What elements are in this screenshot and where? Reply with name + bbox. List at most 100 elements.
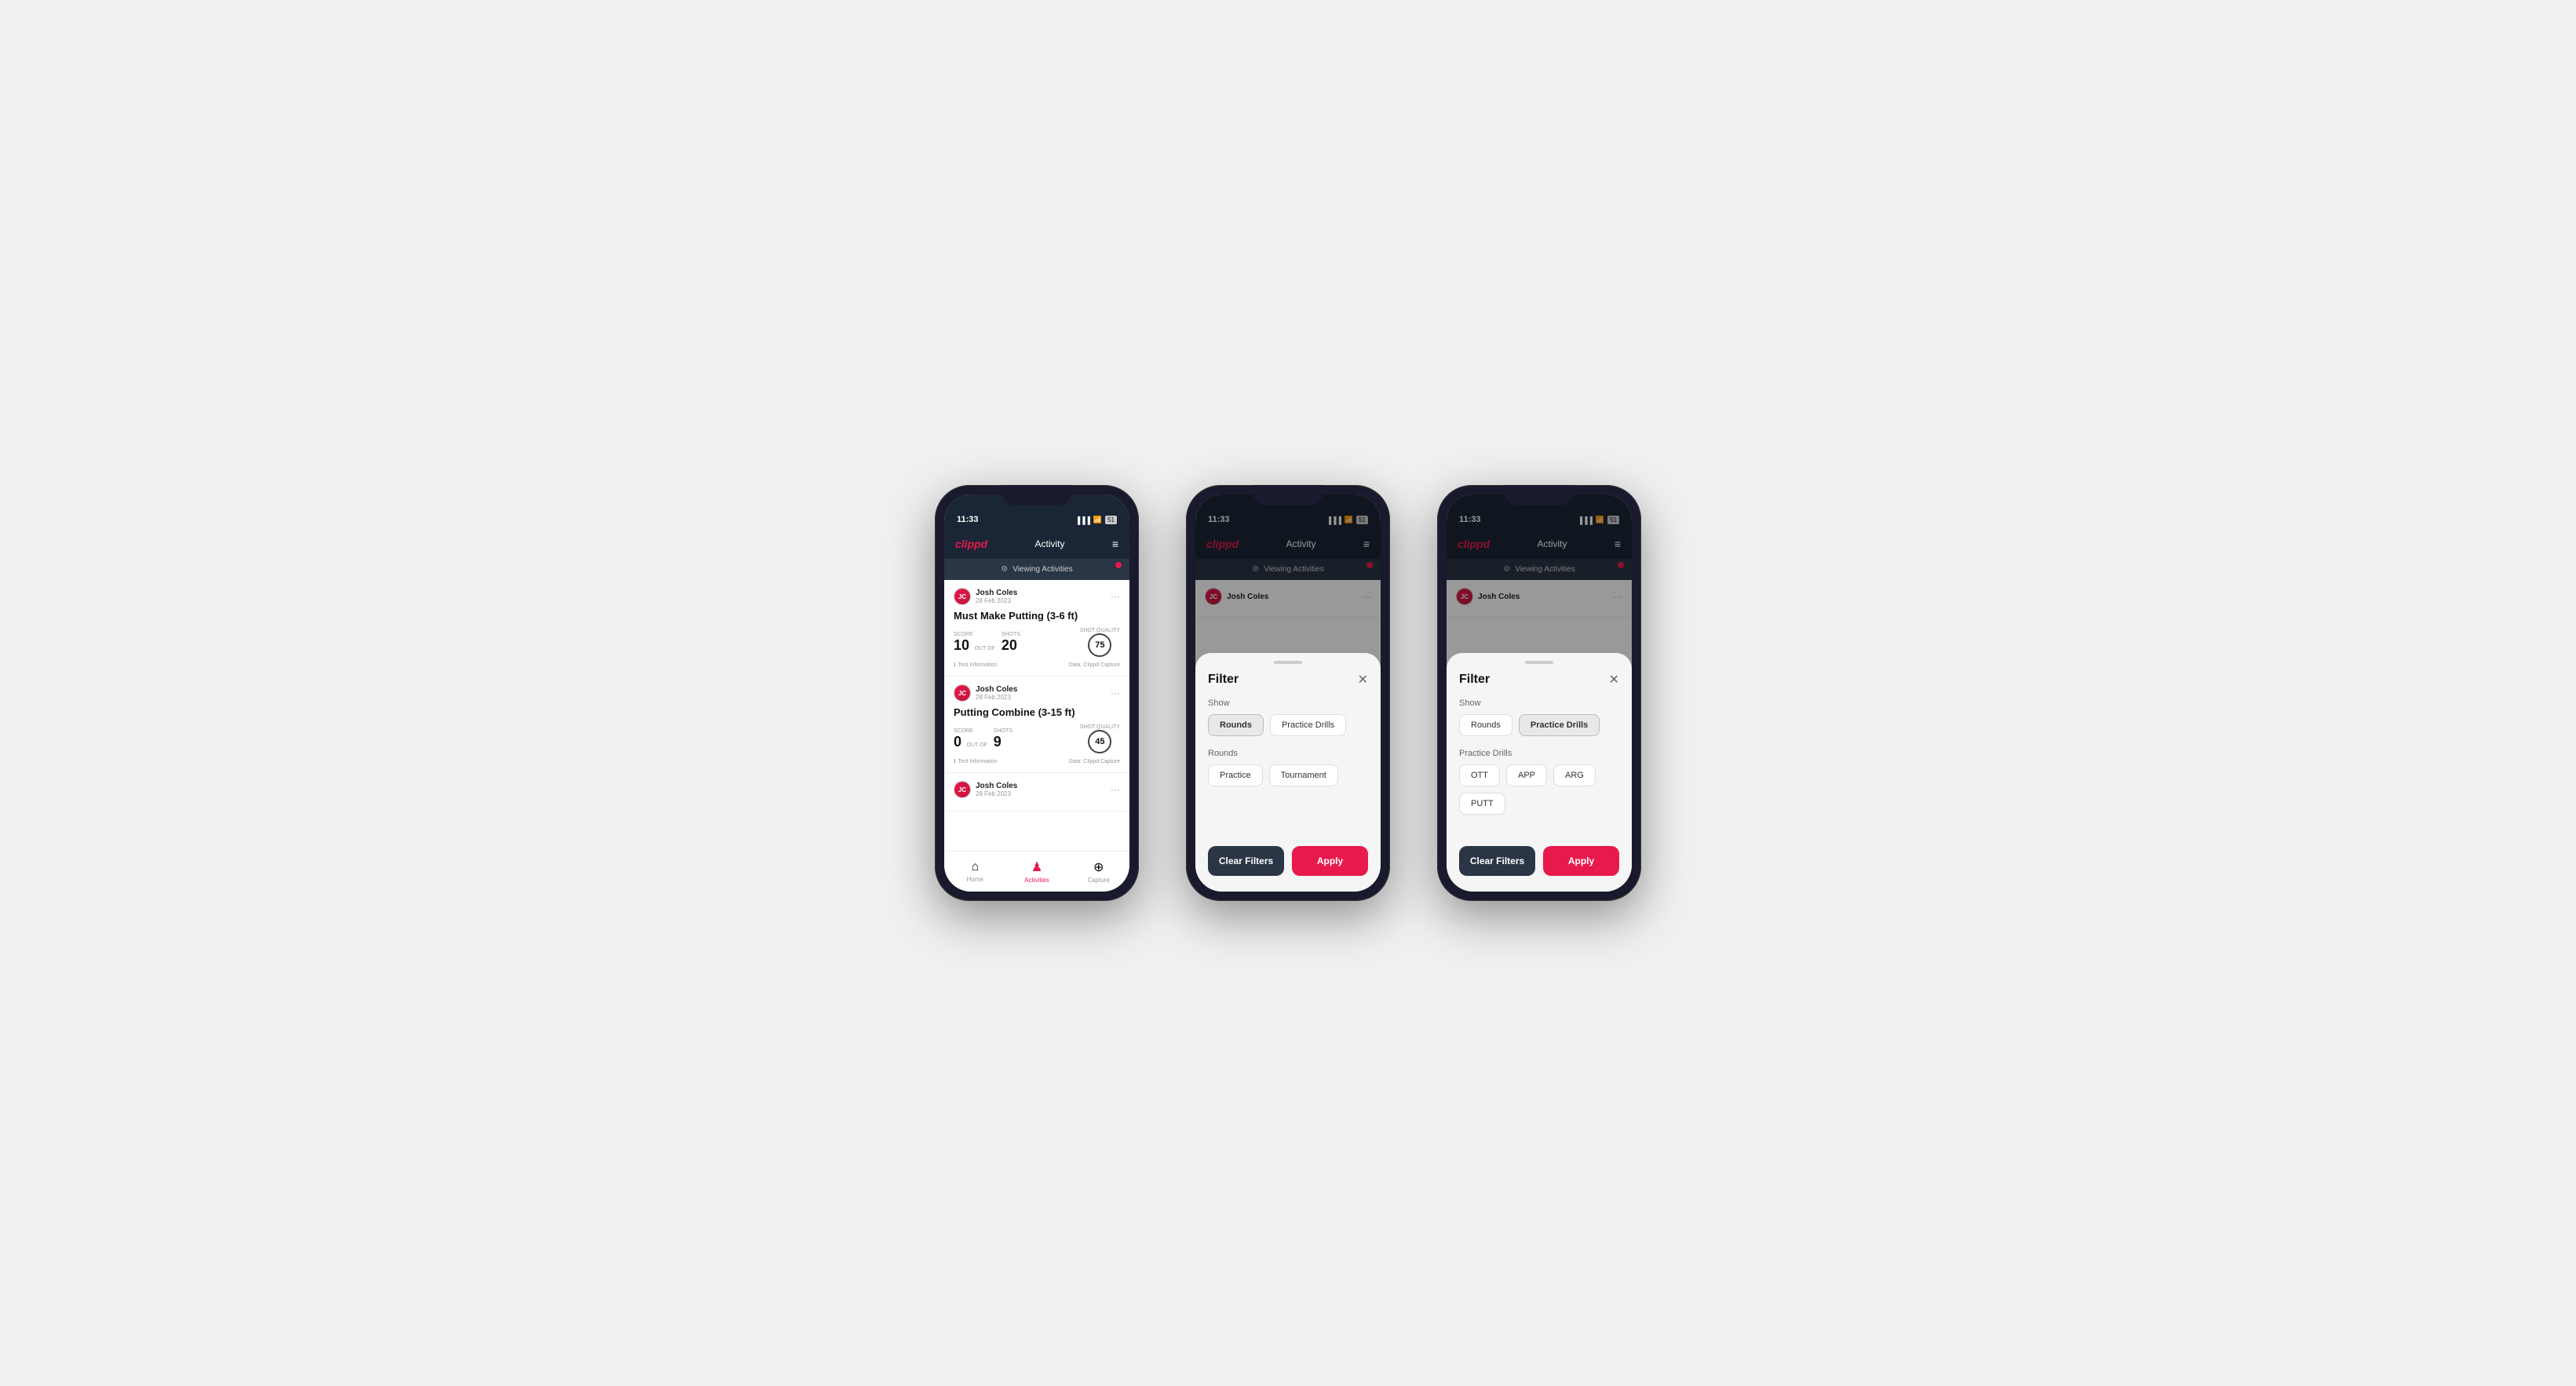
battery-icon-1: 51	[1105, 516, 1117, 524]
info-icon-2: ℹ	[954, 758, 956, 764]
status-icons-1: ▐▐▐ 📶 51	[1075, 516, 1117, 524]
more-btn-3[interactable]: ···	[1111, 784, 1120, 795]
viewing-banner-1[interactable]: ⚙ Viewing Activities	[944, 559, 1129, 580]
user-details-1: Josh Coles 28 Feb 2023	[976, 589, 1017, 604]
stats-row-1: Score 10 OUT OF Shots 20 Shot Quality 75	[954, 628, 1120, 657]
tab-capture-1[interactable]: ⊕ Capture	[1067, 859, 1129, 884]
user-details-2: Josh Coles 28 Feb 2023	[976, 685, 1017, 701]
show-label-2: Show	[1208, 698, 1368, 708]
score-stat-1: Score 10 OUT OF	[954, 632, 997, 654]
phone-3-inner: 11:33 ▐▐▐ 📶 51 clippd Activity ≡ ⚙ Viewi…	[1447, 494, 1632, 892]
filter-sheet-2: Filter ✕ Show Rounds Practice Drills Rou…	[1195, 653, 1381, 892]
drill-arg-3[interactable]: ARG	[1553, 764, 1596, 786]
card-footer-1: ℹ Test Information Data: Clippd Capture	[954, 662, 1120, 668]
drill-type-buttons-3: OTT APP ARG PUTT	[1459, 764, 1619, 815]
sheet-header-3: Filter ✕	[1459, 672, 1619, 688]
avatar-3: JC	[954, 781, 971, 798]
shots-value-1: 20	[1002, 637, 1017, 653]
show-filter-buttons-3: Rounds Practice Drills	[1459, 714, 1619, 736]
test-info-label-1: Test Information	[958, 662, 998, 668]
capture-label-1: Capture	[1087, 877, 1109, 884]
avatar-img-2: JC	[954, 685, 970, 701]
sheet-handle-2	[1274, 661, 1302, 664]
avatar-1: JC	[954, 588, 971, 605]
score-value-1: 10	[954, 637, 969, 653]
nav-title-1: Activity	[1035, 538, 1065, 549]
user-date-3: 28 Feb 2023	[976, 790, 1017, 797]
rounds-btn-2[interactable]: Rounds	[1208, 714, 1264, 736]
quality-badge-2: 45	[1088, 730, 1111, 753]
tournament-type-btn-2[interactable]: Tournament	[1269, 764, 1338, 786]
data-source-1: Data: Clippd Capture	[1069, 662, 1120, 668]
rounds-btn-3[interactable]: Rounds	[1459, 714, 1512, 736]
drill-putt-3[interactable]: PUTT	[1459, 793, 1505, 815]
nav-bar-1: clippd Activity ≡	[944, 529, 1129, 559]
apply-btn-2[interactable]: Apply	[1292, 846, 1368, 876]
practice-drills-section-label-3: Practice Drills	[1459, 749, 1619, 758]
tab-activities-1[interactable]: ♟ Activities	[1006, 859, 1068, 884]
activity-card-2: JC Josh Coles 28 Feb 2023 ··· Putting Co…	[944, 677, 1129, 773]
clear-filters-btn-2[interactable]: Clear Filters	[1208, 846, 1284, 876]
phone-1-inner: 11:33 ▐▐▐ 📶 51 clippd Activity ≡ ⚙ Viewi…	[944, 494, 1129, 892]
rounds-section-label-2: Rounds	[1208, 749, 1368, 758]
user-date-2: 28 Feb 2023	[976, 694, 1017, 701]
viewing-banner-label-1: Viewing Activities	[1013, 565, 1073, 574]
score-stat-2: Score 0 OUT OF	[954, 728, 989, 750]
activities-label-1: Activities	[1024, 877, 1049, 884]
shots-value-2: 9	[994, 734, 1002, 750]
data-source-2: Data: Clippd Capture	[1069, 759, 1120, 764]
show-label-3: Show	[1459, 698, 1619, 708]
sheet-title-3: Filter	[1459, 673, 1490, 687]
round-type-buttons-2: Practice Tournament	[1208, 764, 1368, 786]
scene: 11:33 ▐▐▐ 📶 51 clippd Activity ≡ ⚙ Viewi…	[888, 438, 1688, 948]
tab-bar-1: ⌂ Home ♟ Activities ⊕ Capture	[944, 851, 1129, 892]
home-icon-1: ⌂	[972, 860, 980, 874]
home-label-1: Home	[967, 876, 983, 883]
tab-home-1[interactable]: ⌂ Home	[944, 860, 1006, 883]
signal-icon-1: ▐▐▐	[1075, 516, 1090, 524]
test-info-2: ℹ Test Information	[954, 758, 997, 764]
out-of-1: OUT OF	[974, 646, 994, 651]
activities-icon-1: ♟	[1031, 859, 1042, 875]
avatar-img-3: JC	[954, 782, 970, 797]
spacer-3	[1459, 827, 1619, 838]
activity-title-2: Putting Combine (3-15 ft)	[954, 706, 1120, 718]
user-info-2: JC Josh Coles 28 Feb 2023	[954, 684, 1017, 702]
shots-label-2: Shots	[994, 728, 1013, 734]
phone-1: 11:33 ▐▐▐ 📶 51 clippd Activity ≡ ⚙ Viewi…	[935, 485, 1139, 901]
shots-stat-1: Shots 20	[1002, 632, 1020, 654]
practice-drills-btn-3[interactable]: Practice Drills	[1519, 714, 1600, 736]
score-label-1: Score	[954, 632, 997, 637]
drill-ott-3[interactable]: OTT	[1459, 764, 1500, 786]
card-header-1: JC Josh Coles 28 Feb 2023 ···	[954, 588, 1120, 605]
sheet-title-2: Filter	[1208, 673, 1239, 687]
practice-type-btn-2[interactable]: Practice	[1208, 764, 1263, 786]
activity-card-3: JC Josh Coles 28 Feb 2023 ···	[944, 773, 1129, 812]
phone-3: 11:33 ▐▐▐ 📶 51 clippd Activity ≡ ⚙ Viewi…	[1437, 485, 1641, 901]
drill-app-3[interactable]: APP	[1506, 764, 1547, 786]
more-btn-2[interactable]: ···	[1111, 688, 1120, 698]
apply-btn-3[interactable]: Apply	[1543, 846, 1619, 876]
sq-label-1: Shot Quality	[1080, 628, 1120, 633]
more-btn-1[interactable]: ···	[1111, 591, 1120, 602]
card-header-2: JC Josh Coles 28 Feb 2023 ···	[954, 684, 1120, 702]
status-time-1: 11:33	[957, 515, 979, 524]
clear-filters-btn-3[interactable]: Clear Filters	[1459, 846, 1535, 876]
card-header-3: JC Josh Coles 28 Feb 2023 ···	[954, 781, 1120, 798]
quality-badge-1: 75	[1088, 633, 1111, 657]
avatar-2: JC	[954, 684, 971, 702]
test-info-label-2: Test Information	[958, 759, 998, 764]
filter-sheet-3: Filter ✕ Show Rounds Practice Drills Pra…	[1447, 653, 1632, 892]
info-icon-1: ℹ	[954, 662, 956, 668]
menu-icon-1[interactable]: ≡	[1112, 538, 1118, 550]
practice-drills-btn-2[interactable]: Practice Drills	[1270, 714, 1346, 736]
user-details-3: Josh Coles 28 Feb 2023	[976, 782, 1017, 797]
shots-label-1: Shots	[1002, 632, 1020, 637]
avatar-img-1: JC	[954, 589, 970, 604]
sheet-actions-3: Clear Filters Apply	[1459, 846, 1619, 876]
sq-label-2: Shot Quality	[1080, 724, 1120, 730]
close-btn-3[interactable]: ✕	[1609, 672, 1619, 688]
user-name-1: Josh Coles	[976, 589, 1017, 597]
close-btn-2[interactable]: ✕	[1358, 672, 1368, 688]
shots-stat-2: Shots 9	[994, 728, 1013, 750]
